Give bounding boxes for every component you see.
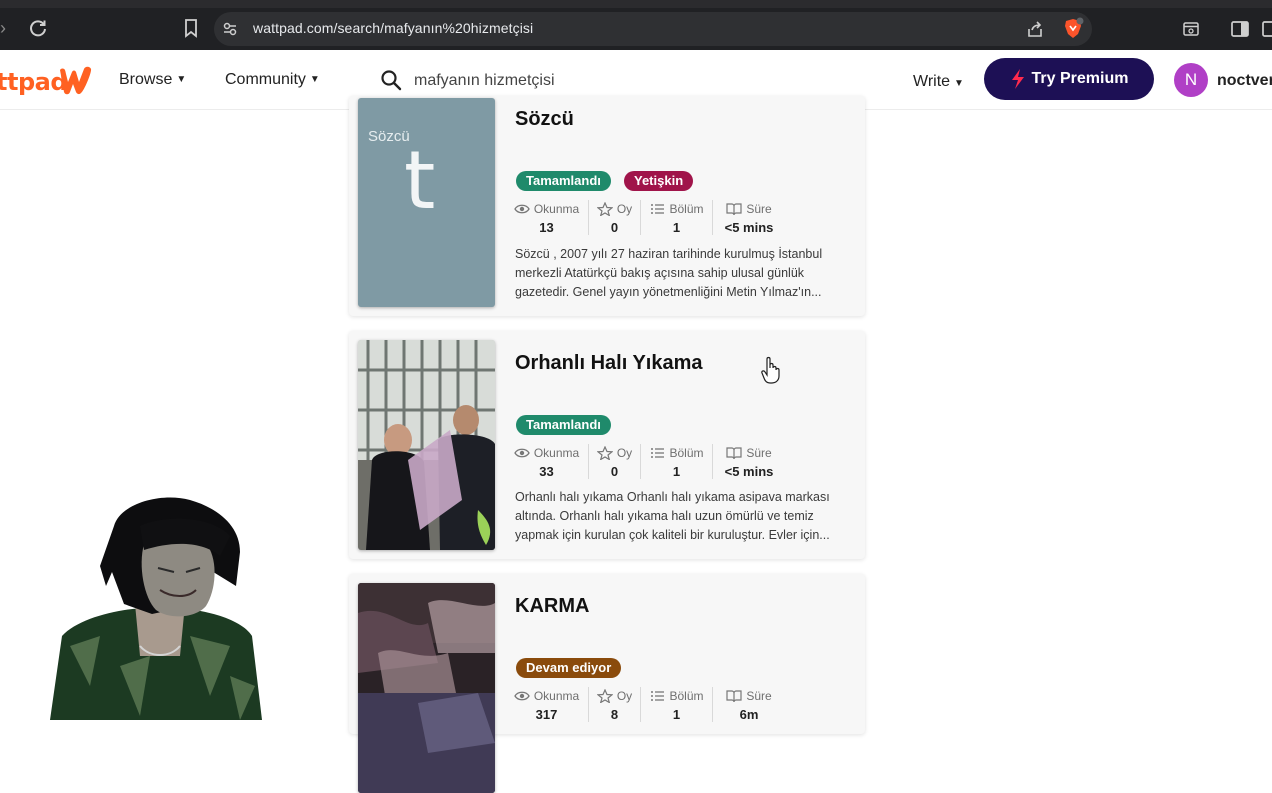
story-description: Sözcü , 2007 yılı 27 haziran tarihinde k… — [515, 247, 823, 299]
parts-value: 1 — [672, 220, 681, 235]
eye-icon — [514, 691, 530, 701]
reads-value: 13 — [539, 220, 554, 235]
time-label: Süre — [746, 689, 772, 703]
story-description: Orhanlı halı yıkama Orhanlı halı yıkama … — [515, 490, 830, 542]
book-icon — [726, 447, 742, 460]
story-card[interactable]: Sözcü t Sözcü Tamamlandı Yetişkin Okunma… — [349, 96, 865, 316]
browse-label: Browse — [119, 71, 173, 88]
url-text[interactable]: wattpad.com/search/mafyanın%20hizmetçisi — [253, 20, 533, 36]
share-icon[interactable] — [1026, 20, 1044, 38]
eye-icon — [514, 204, 530, 214]
story-cover-photo — [358, 340, 495, 550]
lightning-icon — [1011, 69, 1024, 89]
bookmark-icon[interactable] — [181, 18, 201, 38]
search-input[interactable] — [414, 70, 854, 92]
hand-cursor-icon — [761, 356, 780, 384]
avatar[interactable]: N — [1174, 63, 1208, 97]
stat-reads: Okunma 33 — [514, 444, 589, 479]
story-cover-photo — [358, 583, 495, 793]
chevron-down-icon: ▼ — [309, 74, 320, 86]
stat-votes: Oy 8 — [589, 687, 641, 722]
reads-value: 33 — [539, 464, 554, 479]
time-value: <5 mins — [724, 220, 774, 235]
votes-label: Oy — [616, 689, 633, 703]
story-stats: Okunma 33 Oy 0 Bölüm 1 Süre <5 mins — [514, 444, 785, 479]
stat-parts: Bölüm 1 — [641, 200, 713, 235]
community-menu[interactable]: Community ▼ — [225, 71, 320, 89]
site-info-icon[interactable] — [222, 21, 238, 37]
username[interactable]: noctver — [1217, 72, 1272, 90]
reads-label: Okunma — [533, 202, 580, 216]
votes-value: 0 — [610, 464, 619, 479]
forward-icon[interactable]: › — [0, 18, 6, 39]
browser-tab-strip — [0, 0, 1272, 8]
window-icon[interactable] — [1261, 20, 1272, 38]
story-card[interactable]: Orhanlı Halı Yıkama Tamamlandı Okunma 33… — [349, 331, 865, 559]
stat-votes: Oy 0 — [589, 200, 641, 235]
cover-letter: t — [404, 134, 436, 227]
reads-label: Okunma — [533, 446, 580, 460]
star-icon — [596, 446, 613, 460]
book-icon — [726, 203, 742, 216]
write-label: Write — [913, 73, 951, 90]
character-overlay — [50, 497, 262, 720]
stat-parts: Bölüm 1 — [641, 444, 713, 479]
story-cover[interactable] — [358, 583, 495, 793]
story-title[interactable]: Sözcü — [515, 108, 574, 131]
write-menu[interactable]: Write ▼ — [913, 73, 964, 91]
parts-label: Bölüm — [669, 202, 704, 216]
brave-shield-icon[interactable] — [1062, 17, 1084, 39]
reads-label: Okunma — [533, 689, 580, 703]
book-icon — [726, 690, 742, 703]
chevron-down-icon: ▼ — [954, 78, 964, 89]
mature-badge: Yetişkin — [624, 171, 694, 191]
story-stats: Okunma 13 Oy 0 Bölüm 1 Süre <5 mins — [514, 200, 785, 235]
votes-value: 0 — [610, 220, 619, 235]
story-stats: Okunma 317 Oy 8 Bölüm 1 Süre 6m — [514, 687, 785, 722]
story-card[interactable]: KARMA Devam ediyor Okunma 317 Oy 8 Bölüm… — [349, 574, 865, 793]
extension-icon[interactable] — [1182, 20, 1200, 38]
votes-label: Oy — [616, 202, 633, 216]
stat-votes: Oy 0 — [589, 444, 641, 479]
votes-label: Oy — [616, 446, 633, 460]
story-title[interactable]: KARMA — [515, 595, 589, 618]
wattpad-logo-icon[interactable] — [58, 64, 96, 96]
stat-time: Süre <5 mins — [713, 444, 785, 479]
story-cover[interactable]: Sözcü t — [358, 98, 495, 307]
parts-value: 1 — [672, 464, 681, 479]
parts-label: Bölüm — [669, 689, 704, 703]
browse-menu[interactable]: Browse ▼ — [119, 71, 186, 89]
story-cover[interactable] — [358, 340, 495, 550]
eye-icon — [514, 448, 530, 458]
star-icon — [596, 202, 613, 216]
star-icon — [596, 689, 613, 703]
chevron-down-icon: ▼ — [176, 74, 187, 86]
status-badge: Tamamlandı — [516, 171, 611, 191]
time-value: <5 mins — [724, 464, 774, 479]
list-icon — [650, 691, 664, 701]
stat-reads: Okunma 317 — [514, 687, 589, 722]
stat-time: Süre 6m — [713, 687, 785, 722]
stat-time: Süre <5 mins — [713, 200, 785, 235]
premium-label: Try Premium — [1031, 70, 1129, 87]
try-premium-button[interactable]: Try Premium — [984, 58, 1154, 100]
list-icon — [650, 448, 664, 458]
wattpad-logo-text[interactable]: ttpad — [0, 68, 68, 96]
reload-icon[interactable] — [28, 18, 48, 38]
time-label: Süre — [746, 202, 772, 216]
community-label: Community — [225, 71, 306, 88]
stat-reads: Okunma 13 — [514, 200, 589, 235]
stat-parts: Bölüm 1 — [641, 687, 713, 722]
search-icon[interactable] — [380, 69, 402, 91]
time-label: Süre — [746, 446, 772, 460]
status-badge: Tamamlandı — [516, 415, 611, 435]
parts-label: Bölüm — [669, 446, 704, 460]
status-badge: Devam ediyor — [516, 658, 622, 678]
sidebar-toggle-icon[interactable] — [1230, 20, 1250, 38]
story-title[interactable]: Orhanlı Halı Yıkama — [515, 352, 703, 375]
list-icon — [650, 204, 664, 214]
